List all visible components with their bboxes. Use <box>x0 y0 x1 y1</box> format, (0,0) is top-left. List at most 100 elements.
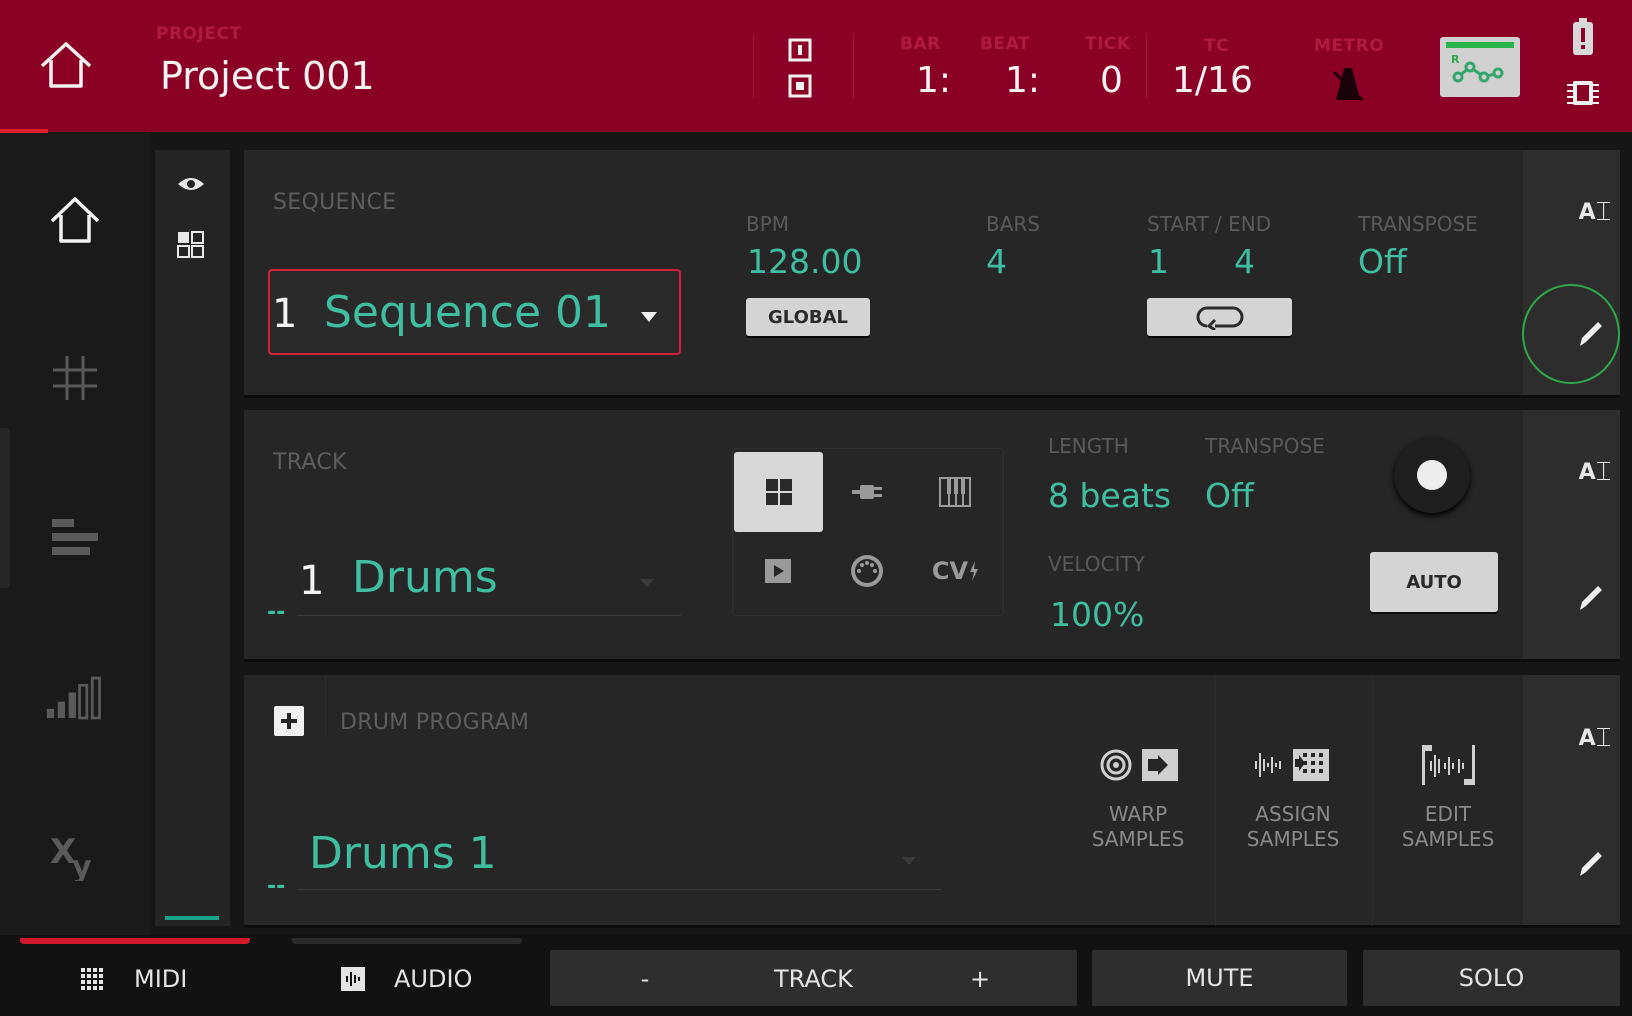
warp-samples-button[interactable]: WARP SAMPLES <box>1090 740 1186 860</box>
audio-tab[interactable]: AUDIO <box>340 955 500 1003</box>
play-clip-icon <box>765 559 791 583</box>
drum-pads-icon <box>765 479 792 505</box>
track-transpose-value[interactable]: Off <box>1205 476 1254 515</box>
track-minus-button[interactable]: - <box>600 955 690 1003</box>
samples-divider <box>1215 676 1216 926</box>
home-icon <box>50 197 100 243</box>
chevron-down-icon <box>640 579 654 587</box>
global-bpm-button[interactable]: GLOBAL <box>746 298 870 336</box>
hash-grid-icon <box>53 356 97 400</box>
nav-grid[interactable] <box>45 348 105 408</box>
velocity-value[interactable]: 100% <box>1050 595 1144 634</box>
beat-value[interactable]: 1: <box>1005 60 1040 101</box>
track-type-clip[interactable] <box>743 551 813 591</box>
strip-active-indicator <box>165 916 219 920</box>
metro-label: METRO <box>1314 36 1385 56</box>
warp-icon <box>1100 749 1178 781</box>
chevron-down-icon <box>902 857 916 865</box>
track-selector[interactable]: 1 Drums <box>297 548 681 616</box>
assign-samples-button[interactable]: ASSIGN SAMPLES <box>1243 740 1343 860</box>
track-name: Drums <box>352 552 498 603</box>
edit-samples-button[interactable]: EDIT SAMPLES <box>1400 740 1496 860</box>
chevron-down-icon <box>641 312 657 322</box>
home-icon <box>40 42 92 88</box>
track-type-keygroup[interactable] <box>920 472 990 512</box>
nav-list-edit[interactable] <box>45 508 105 568</box>
sequence-rename-button[interactable]: A ⌶ <box>1575 192 1615 232</box>
sequence-name: Sequence 01 <box>324 287 612 338</box>
bpm-value[interactable]: 128.00 <box>747 242 862 281</box>
metronome-off-icon <box>1332 68 1364 102</box>
sequence-edit-button[interactable] <box>1570 314 1610 354</box>
pencil-icon <box>1580 852 1602 876</box>
auto-button[interactable]: AUTO <box>1370 552 1498 612</box>
battery-warning <box>1572 18 1594 56</box>
layout-toggle[interactable] <box>176 230 206 260</box>
tc-value[interactable]: 1/16 <box>1172 60 1253 101</box>
add-program-button[interactable] <box>274 706 304 736</box>
length-value[interactable]: 8 beats <box>1048 476 1171 515</box>
length-label: LENGTH <box>1048 434 1129 458</box>
record-arm-button[interactable] <box>1394 437 1470 513</box>
bar-value[interactable]: 1: <box>916 60 951 101</box>
nav-home[interactable] <box>45 190 105 250</box>
nav-drawer-handle[interactable] <box>0 428 10 588</box>
midi-port-icon <box>851 555 883 587</box>
nav-xy-fx[interactable]: X y <box>45 826 105 886</box>
track-type-cv[interactable]: CV <box>918 553 994 589</box>
bars-value[interactable]: 4 <box>986 242 1007 281</box>
visibility-toggle[interactable] <box>176 172 206 196</box>
loop-icon <box>1196 306 1243 330</box>
plus-icon <box>281 713 297 729</box>
start-value[interactable]: 1 <box>1148 242 1169 281</box>
track-number: 1 <box>299 558 325 604</box>
sequence-selector[interactable]: 1 Sequence 01 <box>268 269 681 355</box>
loop-button[interactable] <box>1147 298 1292 336</box>
metronome-button[interactable] <box>1328 64 1368 104</box>
track-edit-button[interactable] <box>1570 578 1610 618</box>
track-type-drum[interactable] <box>734 452 823 532</box>
sequence-transpose-value[interactable]: Off <box>1358 242 1407 281</box>
velocity-label: VELOCITY <box>1048 552 1145 576</box>
audio-tab-label: AUDIO <box>394 965 473 993</box>
mute-button[interactable]: MUTE <box>1092 950 1347 1006</box>
cpu-button[interactable] <box>1566 76 1600 110</box>
project-label: PROJECT <box>156 24 242 44</box>
automation-status-button[interactable]: R <box>1440 37 1520 97</box>
assign-waveform-icon <box>1255 749 1329 781</box>
timeline-toggle[interactable] <box>787 38 813 100</box>
track-type-midi[interactable] <box>832 551 902 591</box>
sequence-section-label: SEQUENCE <box>273 190 397 215</box>
track-plus-label: + <box>969 965 991 993</box>
program-dash: -- <box>267 874 286 899</box>
text-cursor-icon: ⌶ <box>1595 456 1612 487</box>
program-rename-button[interactable]: A ⌶ <box>1575 718 1615 758</box>
track-plus-button[interactable]: + <box>935 955 1025 1003</box>
sequence-number: 1 <box>272 291 298 337</box>
edit-label-line2: SAMPLES <box>1401 827 1495 851</box>
end-value[interactable]: 4 <box>1234 242 1255 281</box>
xy-icon: X y <box>50 832 92 881</box>
battery-alert-icon <box>1573 18 1593 55</box>
text-cursor-icon: ⌶ <box>1595 196 1612 227</box>
nav-mixer[interactable] <box>45 668 105 728</box>
text-cursor-icon: ⌶ <box>1595 722 1612 753</box>
tick-value[interactable]: 0 <box>1100 60 1123 101</box>
home-button[interactable] <box>36 38 96 94</box>
solo-button[interactable]: SOLO <box>1363 950 1620 1006</box>
rename-text-icon: A <box>1578 199 1596 225</box>
signal-bars-icon <box>46 676 101 720</box>
program-edit-button[interactable] <box>1570 844 1610 884</box>
assign-label-line1: ASSIGN <box>1255 802 1331 826</box>
project-name[interactable]: Project 001 <box>160 54 375 98</box>
track-type-plugin[interactable] <box>832 472 902 512</box>
pencil-icon <box>1580 586 1602 610</box>
edit-waveform-icon <box>1422 745 1475 785</box>
sequence-transpose-label: TRANSPOSE <box>1358 212 1478 236</box>
program-selector[interactable]: Drums 1 <box>297 820 941 890</box>
tc-label: TC <box>1204 36 1230 56</box>
view-toggle-strip <box>155 150 230 926</box>
svg-text:y: y <box>72 850 92 881</box>
track-rename-button[interactable]: A ⌶ <box>1575 452 1615 492</box>
midi-tab[interactable]: MIDI <box>80 955 230 1003</box>
